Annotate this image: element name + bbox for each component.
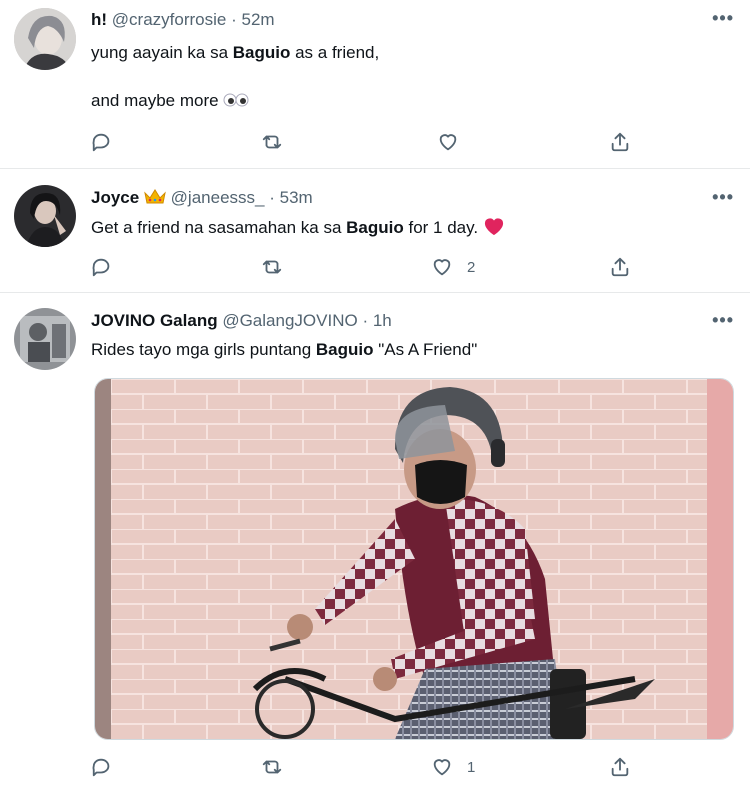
avatar[interactable] (14, 185, 76, 247)
tweet-text-line2: and maybe more (91, 90, 249, 112)
crown-emoji (144, 188, 171, 207)
tweet-header: Joyce @janeesss_ · 53m (91, 188, 313, 208)
like-count: 2 (467, 258, 476, 276)
action-bar: 2 (91, 255, 731, 279)
tweet-text: Rides tayo mga girls puntang Baguio "As … (91, 339, 477, 361)
like-button[interactable] (437, 130, 473, 154)
user-handle[interactable]: @janeesss_ (171, 188, 265, 207)
highlight-keyword: Baguio (232, 43, 291, 62)
tweet-text-part: "As A Friend" (373, 340, 478, 359)
like-icon (433, 259, 451, 276)
highlight-keyword: Baguio (346, 218, 404, 237)
photo-man-on-bicycle (95, 379, 733, 739)
timestamp[interactable]: 1h (373, 311, 392, 330)
retweet-icon (262, 135, 282, 149)
tweet-header: h! @crazyforrosie · 52m (91, 10, 275, 30)
red-heart-emoji (483, 218, 505, 237)
share-icon (611, 757, 629, 777)
display-name[interactable]: h! (91, 10, 107, 29)
like-icon (439, 134, 457, 151)
more-icon[interactable]: ••• (712, 8, 734, 29)
share-icon (611, 257, 629, 277)
user-handle[interactable]: @crazyforrosie (112, 10, 227, 29)
more-icon[interactable]: ••• (712, 187, 734, 208)
highlight-keyword: Baguio (315, 340, 374, 359)
reply-icon (92, 133, 110, 152)
timestamp[interactable]: 52m (241, 10, 274, 29)
tweet-header: JOVINO Galang @GalangJOVINO · 1h (91, 311, 392, 331)
tweet-text: yung aayain ka sa Baguio as a friend, (91, 42, 379, 64)
reply-icon (92, 758, 110, 777)
avatar[interactable] (14, 308, 76, 370)
retweet-button[interactable] (261, 755, 283, 779)
tweet-photo[interactable] (94, 378, 734, 740)
timestamp[interactable]: 53m (280, 188, 313, 207)
retweet-button[interactable] (261, 255, 283, 279)
display-name[interactable]: JOVINO Galang (91, 311, 218, 330)
tweet-2[interactable]: Joyce @janeesss_ · 53m ••• Get a friend … (0, 169, 750, 292)
user-handle[interactable]: @GalangJOVINO (222, 311, 357, 330)
action-bar (91, 130, 731, 154)
tweet-text-part: yung aayain ka sa (91, 43, 233, 62)
share-icon (611, 132, 629, 152)
tweet-text-part: and maybe more (91, 91, 219, 110)
reply-button[interactable] (91, 255, 113, 279)
reply-icon (92, 258, 110, 277)
action-bar: 1 (91, 755, 731, 779)
more-icon[interactable]: ••• (712, 310, 734, 331)
reply-button[interactable] (91, 755, 113, 779)
retweet-icon (262, 260, 282, 274)
separator-dot: · (269, 188, 275, 207)
reply-button[interactable] (91, 130, 113, 154)
tweet-text-part: as a friend, (290, 43, 380, 62)
separator-dot: · (231, 10, 237, 29)
like-button[interactable]: 2 (431, 255, 475, 279)
like-icon (433, 759, 451, 776)
tweet-text-part: Rides tayo mga girls puntang (91, 340, 316, 359)
separator-dot: · (362, 311, 369, 330)
retweet-icon (262, 760, 282, 774)
tweet-text-part: for 1 day. (403, 218, 479, 237)
share-button[interactable] (609, 755, 631, 779)
tweet-1[interactable]: h! @crazyforrosie · 52m ••• yung aayain … (0, 0, 750, 168)
retweet-button[interactable] (261, 130, 283, 154)
like-count: 1 (467, 758, 476, 776)
tweet-text: Get a friend na sasamahan ka sa Baguio f… (91, 216, 505, 239)
share-button[interactable] (609, 130, 631, 154)
share-button[interactable] (609, 255, 631, 279)
tweet-text-part: Get a friend na sasamahan ka sa (91, 218, 347, 237)
eyes-emoji (223, 91, 249, 110)
like-button[interactable]: 1 (431, 755, 475, 779)
display-name[interactable]: Joyce (91, 188, 139, 207)
avatar[interactable] (14, 8, 76, 70)
